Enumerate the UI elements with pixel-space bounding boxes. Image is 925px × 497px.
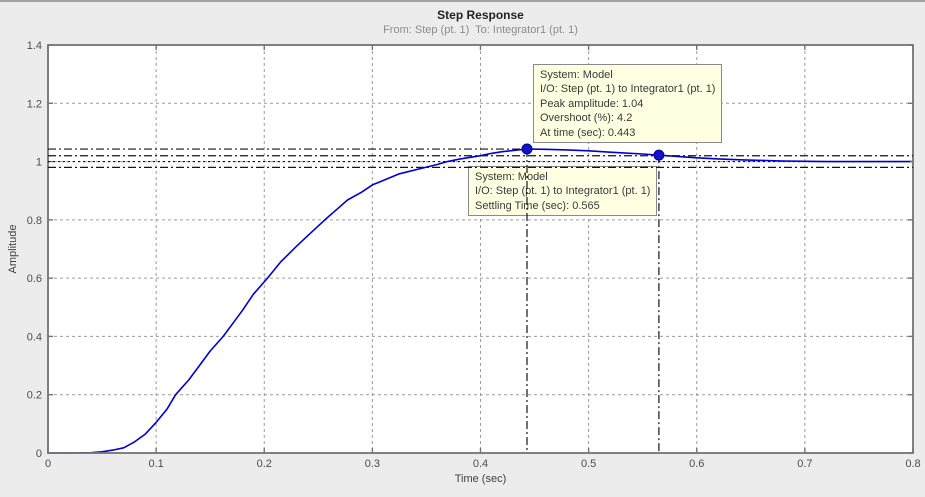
peak-marker[interactable]: [521, 143, 533, 155]
x-tick-label: 0.5: [581, 458, 596, 470]
y-tick-label: 0: [36, 448, 42, 460]
x-tick-label: 0.6: [689, 458, 704, 470]
y-tick-label: 1.4: [27, 40, 42, 52]
x-tick-label: 0.3: [365, 458, 380, 470]
plot-title: Step Response: [437, 8, 524, 22]
data-tip-line: Settling Time (sec): 0.565: [475, 199, 600, 212]
data-tip-line: System: Model: [475, 171, 548, 183]
x-tick-label: 0.7: [797, 458, 812, 470]
data-tip-settling[interactable]: System: Model I/O: Step (pt. 1) to Integr…: [468, 166, 658, 217]
y-tick-label: 1.2: [27, 98, 42, 110]
y-tick-label: 0.2: [27, 390, 42, 402]
x-axis-label: Time (sec): [454, 473, 507, 485]
y-axis-label: Amplitude: [7, 224, 19, 274]
data-tip-line: Overshoot (%): 4.2: [540, 112, 633, 125]
data-tip-line: I/O: Step (pt. 1) to Integrator1 (pt. 1): [475, 185, 651, 198]
y-tick-label: 0.4: [27, 331, 42, 343]
data-tip-line: System: Model: [540, 69, 613, 81]
y-tick-label: 0.6: [27, 273, 42, 285]
x-tick-label: 0.1: [148, 458, 163, 470]
x-tick-label: 0.8: [905, 458, 920, 470]
data-tip-line: I/O: Step (pt. 1) to Integrator1 (pt. 1): [540, 83, 716, 96]
x-tick-label: 0.2: [257, 458, 272, 470]
data-tip-line: At time (sec): 0.443: [540, 126, 636, 139]
data-tip-peak[interactable]: System: Model I/O: Step (pt. 1) to Integr…: [533, 64, 723, 144]
y-tick-label: 0.8: [27, 215, 42, 227]
x-tick-label: 0.4: [473, 458, 488, 470]
settling-marker[interactable]: [653, 149, 665, 161]
x-tick-label: 0: [45, 458, 51, 470]
step-response-figure: 0 0.1 0.2 0.3 0.4 0.5 0.6 0.7 0.8 0 0.2 0.4 0.6 0.8 1 1…: [0, 0, 925, 497]
plot-subtitle: From: Step (pt. 1) To: Integrator1 (pt. …: [383, 24, 578, 36]
plot-canvas[interactable]: 0 0.1 0.2 0.3 0.4 0.5 0.6 0.7 0.8 0 0.2 0.4 0.6 0.8 1 1…: [0, 0, 925, 497]
data-tip-line: Peak amplitude: 1.04: [540, 97, 644, 110]
y-tick-label: 1: [36, 157, 42, 169]
